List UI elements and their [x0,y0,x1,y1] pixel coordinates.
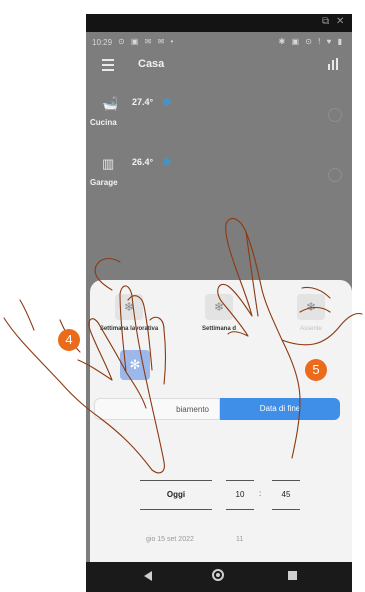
pointing-hands-illustration [3,217,363,474]
step-badge-5: 5 [305,359,327,381]
step-badge-4: 4 [58,329,80,351]
right-hand-outline [217,217,363,459]
left-hand-outline [3,257,167,474]
